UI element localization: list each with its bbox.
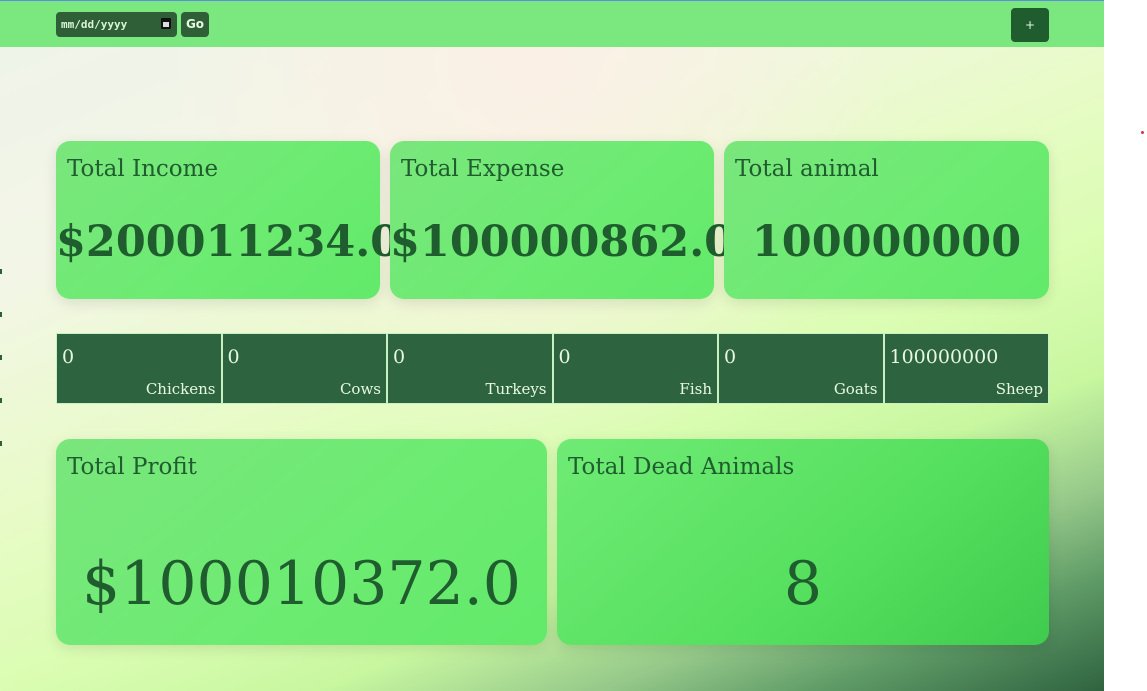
- animal-count: 0: [227, 346, 240, 368]
- animal-cell-sheep: 100000000 Sheep: [884, 334, 1048, 403]
- animal-count: 0: [62, 346, 75, 368]
- add-button[interactable]: +: [1011, 8, 1049, 42]
- date-placeholder: mm/dd/yyyy: [61, 18, 128, 31]
- animal-name: Goats: [833, 380, 878, 398]
- animal-cell-chickens: 0 Chickens: [57, 334, 221, 403]
- go-button[interactable]: Go: [181, 12, 209, 37]
- total-dead-animals-title: Total Dead Animals: [568, 454, 795, 480]
- total-income-value: $200011234.0: [56, 217, 401, 267]
- animal-name: Fish: [679, 380, 712, 398]
- animal-cell-fish: 0 Fish: [553, 334, 717, 403]
- red-dot-marker: [1141, 131, 1144, 134]
- date-input[interactable]: mm/dd/yyyy: [56, 12, 177, 37]
- animal-cell-cows: 0 Cows: [222, 334, 386, 403]
- top-bar: mm/dd/yyyy Go +: [0, 0, 1104, 47]
- animal-cell-turkeys: 0 Turkeys: [388, 334, 552, 403]
- animal-count: 0: [724, 346, 737, 368]
- edge-marker: [0, 441, 2, 446]
- total-income-card: Total Income $200011234.0: [56, 141, 401, 299]
- total-profit-card: Total Profit $100010372.0: [56, 439, 547, 645]
- total-dead-animals-card: Total Dead Animals 8: [557, 439, 1049, 645]
- animal-counts-strip: 0 Chickens 0 Cows 0 Turkeys 0 Fish 0 Goa…: [56, 333, 1049, 404]
- animal-name: Turkeys: [485, 380, 547, 398]
- animal-name: Sheep: [995, 380, 1043, 398]
- total-expense-value: $100000862.0: [390, 217, 735, 267]
- animal-count: 100000000: [889, 346, 999, 368]
- total-animal-card: Total animal 100000000: [724, 141, 1049, 299]
- animal-name: Chickens: [145, 380, 216, 398]
- total-expense-card: Total Expense $100000862.0: [390, 141, 735, 299]
- edge-marker: [0, 269, 2, 274]
- total-income-title: Total Income: [67, 156, 219, 182]
- app-viewport: mm/dd/yyyy Go + Total Income $200011234.…: [0, 0, 1104, 691]
- total-profit-title: Total Profit: [67, 454, 197, 480]
- edge-marker: [0, 398, 2, 403]
- animal-count: 0: [393, 346, 406, 368]
- total-animal-value: 100000000: [751, 217, 1022, 267]
- edge-marker: [0, 355, 2, 360]
- animal-count: 0: [558, 346, 571, 368]
- edge-marker: [0, 312, 2, 317]
- total-dead-animals-value: 8: [783, 549, 823, 619]
- total-profit-value: $100010372.0: [82, 549, 521, 619]
- animal-cell-goats: 0 Goats: [719, 334, 883, 403]
- calendar-icon[interactable]: [161, 18, 171, 29]
- total-expense-title: Total Expense: [401, 156, 565, 182]
- total-animal-title: Total animal: [735, 156, 879, 182]
- animal-name: Cows: [339, 380, 381, 398]
